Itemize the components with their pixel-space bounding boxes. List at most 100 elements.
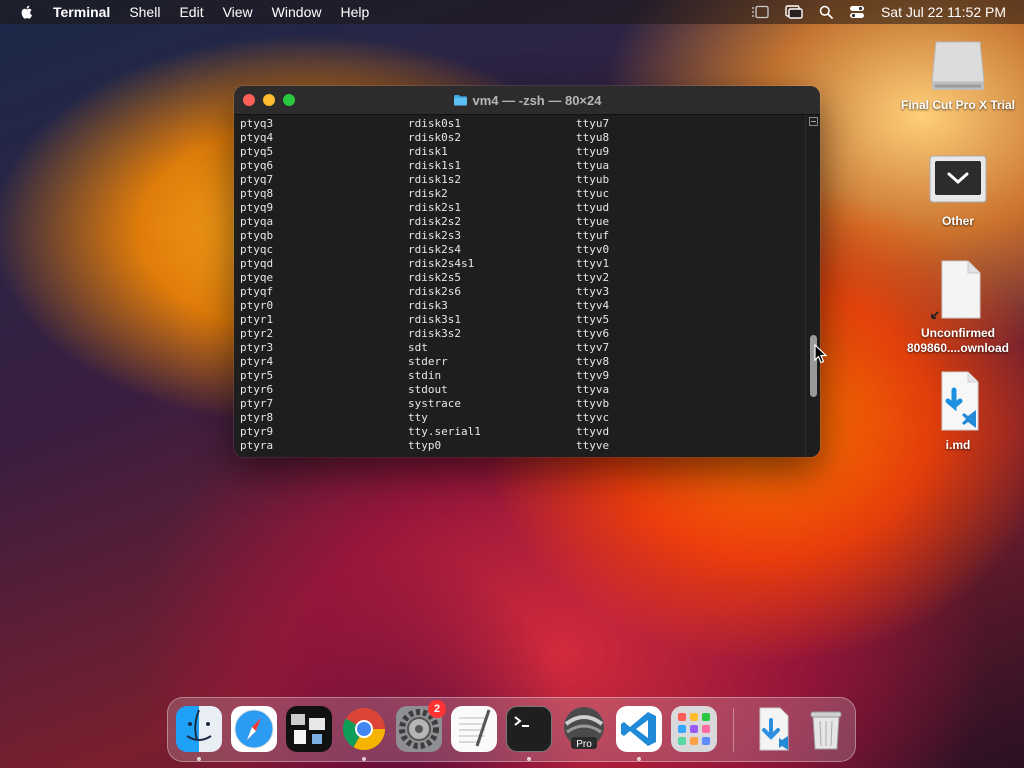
desktop-icon-unconfirmed-download[interactable]: Unconfirmed 809860....ownload xyxy=(898,258,1018,356)
spotlight-search-icon[interactable] xyxy=(819,5,833,19)
terminal-cell: rdisk0s2 xyxy=(408,131,461,144)
terminal-line: ptyr5 stdin ttyv9 xyxy=(240,369,806,383)
terminal-cell: ptyr0 xyxy=(240,299,274,312)
terminal-line: ptyq3 rdisk0s1 ttyu7 xyxy=(240,117,806,131)
terminal-line: ptyr2 rdisk3s2 ttyv6 xyxy=(240,327,806,341)
terminal-cell: ttyva xyxy=(576,383,610,396)
terminal-cell: ttyv1 xyxy=(576,257,610,270)
menu-view[interactable]: View xyxy=(223,4,253,20)
textedit-icon[interactable] xyxy=(451,706,497,752)
menu-extras: Sat Jul 22 11:52 PM xyxy=(751,0,1006,24)
terminal-cell: ttyp0 xyxy=(408,439,442,452)
folder-screen-icon xyxy=(927,152,989,210)
mouse-cursor-icon xyxy=(814,344,828,364)
terminal-cell: systrace xyxy=(408,397,461,410)
menu-edit[interactable]: Edit xyxy=(179,4,203,20)
terminal-cell: ptyq5 xyxy=(240,145,274,158)
terminal-cell: stdout xyxy=(408,383,448,396)
running-indicator xyxy=(197,757,201,761)
mission-control-icon[interactable] xyxy=(286,706,332,752)
terminal-line: ptyr1 rdisk3s1 ttyv5 xyxy=(240,313,806,327)
desktop-icon-other[interactable]: Other xyxy=(898,152,1018,229)
terminal-icon[interactable] xyxy=(506,706,552,752)
terminal-cell: ptyr6 xyxy=(240,383,274,396)
screen-mirroring-icon[interactable] xyxy=(785,5,803,19)
terminal-cell: ptyr5 xyxy=(240,369,274,382)
terminal-cell: rdisk2s3 xyxy=(408,229,461,242)
final-cut-pro-icon[interactable]: Pro xyxy=(561,706,607,752)
terminal-cell: rdisk2s6 xyxy=(408,285,461,298)
terminal-window[interactable]: vm4 — -zsh — 80×24 ptyq3 rdisk0s1 ttyu7 pty… xyxy=(234,86,820,457)
system-preferences-icon[interactable]: 2 xyxy=(396,700,446,752)
launchpad-icon[interactable] xyxy=(671,706,717,752)
terminal-cell: ptyra xyxy=(240,439,274,452)
notification-badge: 2 xyxy=(428,700,446,718)
terminal-line: ptyr9 tty.serial1 ttyvd xyxy=(240,425,806,439)
downloads-stack-icon[interactable] xyxy=(748,706,794,752)
terminal-cell: rdisk0s1 xyxy=(408,117,461,130)
terminal-cell: ptyqc xyxy=(240,243,274,256)
menu-app-terminal[interactable]: Terminal xyxy=(53,4,110,20)
chrome-icon[interactable] xyxy=(341,706,387,752)
terminal-line: ptyq4 rdisk0s2 ttyu8 xyxy=(240,131,806,145)
terminal-line: ptyqd rdisk2s4s1 ttyv1 xyxy=(240,257,806,271)
menu-window[interactable]: Window xyxy=(272,4,322,20)
window-controls xyxy=(243,94,295,106)
terminal-line: ptyqe rdisk2s5 ttyv2 xyxy=(240,271,806,285)
zoom-button[interactable] xyxy=(283,94,295,106)
desktop-icon-imd[interactable]: i.md xyxy=(898,370,1018,453)
menu-clock[interactable]: Sat Jul 22 11:52 PM xyxy=(881,4,1006,20)
terminal-line: ptyr0 rdisk3 ttyv4 xyxy=(240,299,806,313)
terminal-cell: ptyr7 xyxy=(240,397,274,410)
menu-shell[interactable]: Shell xyxy=(129,4,160,20)
terminal-cell: rdisk3 xyxy=(408,299,448,312)
menu-bar: Terminal Shell Edit View Window Help Sat… xyxy=(0,0,1024,24)
stage-manager-icon[interactable] xyxy=(751,5,769,19)
safari-icon[interactable] xyxy=(231,706,277,752)
terminal-line: ptyq5 rdisk1 ttyu9 xyxy=(240,145,806,159)
terminal-cell: ttyvc xyxy=(576,411,610,424)
terminal-line: ptyqf rdisk2s6 ttyv3 xyxy=(240,285,806,299)
control-center-icon[interactable] xyxy=(849,5,865,19)
folder-icon xyxy=(453,95,467,106)
terminal-cell: rdisk1s1 xyxy=(408,159,461,172)
dock-separator xyxy=(733,708,734,752)
terminal-cell: ttyuc xyxy=(576,187,610,200)
terminal-cell: ptyqe xyxy=(240,271,274,284)
trash-icon[interactable] xyxy=(803,706,849,752)
terminal-line: ptyra ttyp0 ttyve xyxy=(240,439,806,453)
terminal-cell: ptyq3 xyxy=(240,117,274,130)
close-button[interactable] xyxy=(243,94,255,106)
menu-help[interactable]: Help xyxy=(340,4,369,20)
terminal-cell: rdisk3s1 xyxy=(408,313,461,326)
terminal-cell: ttyv4 xyxy=(576,299,610,312)
apple-menu-icon[interactable] xyxy=(19,4,35,20)
vscode-icon[interactable] xyxy=(616,706,662,752)
terminal-cell: ptyq8 xyxy=(240,187,274,200)
terminal-output[interactable]: ptyq3 rdisk0s1 ttyu7 ptyq4 rdisk0s2 ttyu8 ptyq… xyxy=(234,115,806,457)
terminal-cell: rdisk2s4s1 xyxy=(408,257,475,270)
terminal-cell: rdisk1s2 xyxy=(408,173,461,186)
finder-icon[interactable] xyxy=(176,706,222,752)
terminal-line: ptyr7 systrace ttyvb xyxy=(240,397,806,411)
terminal-cell: ttyud xyxy=(576,201,610,214)
terminal-cell: ttyu8 xyxy=(576,131,610,144)
terminal-cell: ptyr2 xyxy=(240,327,274,340)
window-titlebar[interactable]: vm4 — -zsh — 80×24 xyxy=(234,86,820,115)
terminal-line: ptyr3 sdt ttyv7 xyxy=(240,341,806,355)
terminal-cell: stdin xyxy=(408,369,442,382)
vertical-scrollbar[interactable] xyxy=(805,115,820,457)
desktop-icon-final-cut[interactable]: Final Cut Pro X Trial xyxy=(898,36,1018,113)
terminal-line: ptyq8 rdisk2 ttyuc xyxy=(240,187,806,201)
terminal-cell: ttyv5 xyxy=(576,313,610,326)
terminal-cell: ttyv2 xyxy=(576,271,610,284)
terminal-cell: ptyqf xyxy=(240,285,274,298)
terminal-cell: rdisk3s2 xyxy=(408,327,461,340)
terminal-cell: ttyu9 xyxy=(576,145,610,158)
running-indicator xyxy=(527,757,531,761)
minimize-button[interactable] xyxy=(263,94,275,106)
scrollbar-split-icon[interactable] xyxy=(809,117,818,126)
terminal-cell: rdisk2s2 xyxy=(408,215,461,228)
terminal-cell: ptyqa xyxy=(240,215,274,228)
terminal-cell: ttyv6 xyxy=(576,327,610,340)
